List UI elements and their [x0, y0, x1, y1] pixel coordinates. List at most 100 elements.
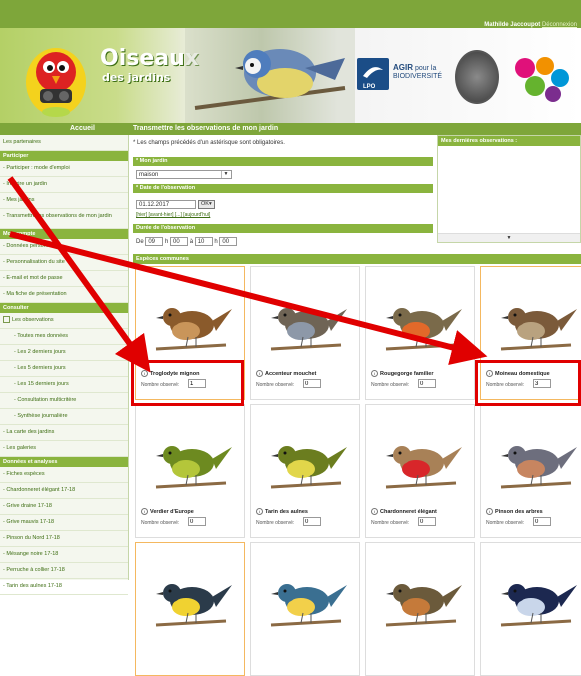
annotation-box-moineau [475, 360, 581, 406]
count-input[interactable] [418, 517, 436, 526]
species-name[interactable]: i Tarin des aulnes [256, 508, 308, 515]
species-name-text: Verdier d'Europe [150, 509, 194, 515]
sidebar-item[interactable]: - Fiches espèces [0, 467, 128, 483]
logo-bird-icon [26, 48, 86, 117]
date-ok-button[interactable]: OK▾ [198, 200, 215, 209]
count-label: Nombre observé: [486, 520, 525, 526]
sidebar-section-header[interactable]: Données et analyses [0, 457, 128, 467]
sidebar-item[interactable]: - Chardonneret élégant 17-18 [0, 483, 128, 499]
count-input[interactable] [418, 379, 436, 388]
sidebar-item[interactable]: - Participer : mode d'emploi [0, 161, 128, 177]
date-ok-label: OK [201, 201, 209, 207]
species-name[interactable]: i Accenteur mouchet [256, 370, 316, 377]
sidebar-item[interactable]: - Grive draine 17-18 [0, 499, 128, 515]
species-name-text: Pinson des arbres [495, 509, 543, 515]
bird-illustration-icon [270, 446, 347, 489]
sidebar-item[interactable]: - Transmettre les observations de mon ja… [0, 209, 128, 229]
count-input[interactable] [533, 517, 551, 526]
time-to-hour-value: 10 [197, 239, 205, 245]
sidebar-item[interactable]: - Perruche à collier 17-18 [0, 563, 128, 579]
sidebar-item[interactable]: - Inscrire un jardin [0, 177, 128, 193]
count-label: Nombre observé: [256, 520, 295, 526]
time-range-row: De 09 h 00 à 10 h 00 [136, 237, 238, 246]
sidebar-item[interactable]: - Ma fiche de présentation [0, 287, 128, 303]
sidebar-item[interactable]: Les partenaires [0, 135, 128, 151]
sidebar-item[interactable]: - E-mail et mot de passe [0, 271, 128, 287]
time-to-minute-select[interactable]: 00 [219, 237, 238, 246]
species-name[interactable]: i Chardonneret élégant [371, 508, 437, 515]
blue-tit-photo [185, 28, 355, 123]
time-separator: à [189, 239, 194, 245]
chevron-down-icon: ▼ [221, 171, 230, 178]
species-card [250, 542, 360, 676]
sidebar-item[interactable]: - Données personnelles [0, 239, 128, 255]
count-label: Nombre observé: [371, 382, 410, 388]
species-name-text: Chardonneret élégant [380, 509, 437, 515]
nav-home-link[interactable]: Accueil [70, 125, 95, 132]
collapse-box-icon [3, 316, 10, 324]
species-card: i Tarin des aulnes Nombre observé: [250, 404, 360, 538]
bird-illustration-icon [385, 308, 462, 351]
medal-logo [455, 50, 499, 104]
info-icon[interactable]: i [371, 370, 378, 377]
sidebar-section-header[interactable]: Mon compte [0, 229, 128, 239]
sidebar-item[interactable]: - Mésange noire 17-18 [0, 547, 128, 563]
sidebar-subitem[interactable]: - Toutes mes données [0, 329, 128, 345]
species-name[interactable]: i Rougegorge familier [371, 370, 433, 377]
sidebar-subitem[interactable]: - Les 2 derniers jours [0, 345, 128, 361]
species-name-text: Accenteur mouchet [265, 371, 317, 377]
species-name[interactable]: i Pinson des arbres [486, 508, 543, 515]
species-card [480, 542, 581, 676]
garden-section-label: * Mon jardin [133, 157, 433, 166]
sidebar-item[interactable]: - Personnalisation du site [0, 255, 128, 271]
scroll-down-icon[interactable]: ▼ [438, 233, 580, 242]
sidebar-item[interactable]: - Les galeries [0, 441, 128, 457]
sidebar-item[interactable]: - Pinson du Nord 17-18 [0, 531, 128, 547]
count-label: Nombre observé: [141, 520, 180, 526]
info-icon[interactable]: i [371, 508, 378, 515]
count-label: Nombre observé: [371, 520, 410, 526]
species-name-text: Tarin des aulnes [265, 509, 308, 515]
quick-date-links[interactable]: [hier] [avant-hier] [...] [aujourd'hui] [136, 212, 210, 218]
bird-illustration-icon [385, 446, 462, 489]
sidebar-subitem[interactable]: - Les 5 derniers jours [0, 361, 128, 377]
header-banner: Oiseaux des jardins LPO AGIR pour la BIO… [0, 28, 581, 123]
count-input[interactable] [303, 517, 321, 526]
species-card: i Chardonneret élégant Nombre observé: [365, 404, 475, 538]
info-icon[interactable]: i [256, 370, 263, 377]
time-from-minute-value: 00 [173, 239, 180, 245]
info-icon[interactable]: i [256, 508, 263, 515]
count-label: Nombre observé: [256, 382, 295, 388]
sidebar-item[interactable]: - Mes jardins [0, 193, 128, 209]
species-section-header: Espèces communes [133, 254, 581, 264]
time-section-label: Durée de l'observation [133, 224, 433, 233]
sidebar-subitem[interactable]: - Les 15 derniers jours [0, 377, 128, 393]
time-to-hour-select[interactable]: 10 [194, 237, 213, 246]
species-name-text: Rougegorge familier [380, 371, 434, 377]
sidebar-section-header[interactable]: Participer [0, 151, 128, 161]
sidebar-subitem[interactable]: - Consultation multicritère [0, 393, 128, 409]
sidebar-item[interactable]: - Tarin des aulnes 17-18 [0, 579, 128, 595]
count-input[interactable] [303, 379, 321, 388]
garden-select[interactable]: maison ▼ [136, 170, 232, 179]
species-name[interactable]: i Verdier d'Europe [141, 508, 194, 515]
time-from-hour-select[interactable]: 09 [145, 237, 164, 246]
sidebar-item-observations-row[interactable]: Les observations [0, 313, 128, 329]
date-input[interactable]: 01.12.2017 [136, 200, 196, 209]
info-icon[interactable]: i [486, 508, 493, 515]
species-card [135, 542, 245, 676]
sidebar-item[interactable]: - La carte des jardins [0, 425, 128, 441]
sidebar-item[interactable]: - Grive mauvis 17-18 [0, 515, 128, 531]
species-card: i Accenteur mouchet Nombre observé: [250, 266, 360, 400]
time-prefix: De [136, 239, 144, 245]
sidebar-subitem[interactable]: - Synthèse journalière [0, 409, 128, 425]
bird-illustration-icon [500, 308, 577, 351]
bird-illustration-icon [155, 446, 232, 489]
garden-select-value: maison [139, 172, 159, 178]
time-from-minute-select[interactable]: 00 [170, 237, 189, 246]
count-input[interactable] [188, 517, 206, 526]
info-icon[interactable]: i [141, 508, 148, 515]
sidebar-section-header[interactable]: Consulter [0, 303, 128, 313]
bird-illustration-icon [155, 584, 232, 627]
annotation-box-troglodyte [131, 360, 244, 406]
